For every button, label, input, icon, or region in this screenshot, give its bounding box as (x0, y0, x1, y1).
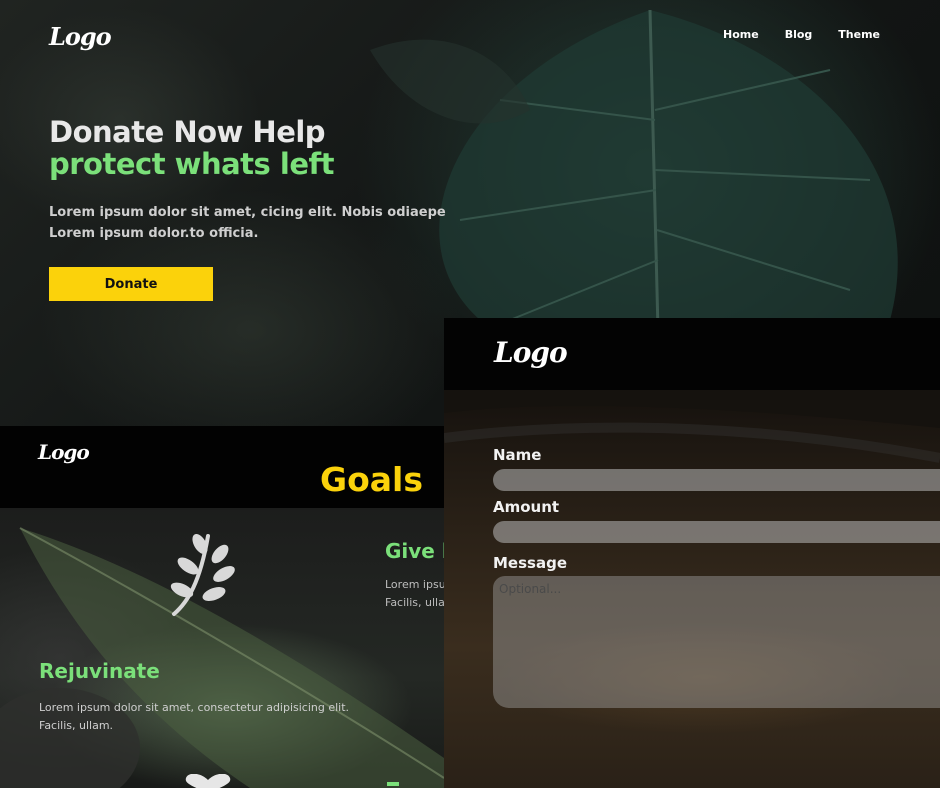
rejuvinate-text-line-1: Lorem ipsum dolor sit amet, consectetur … (39, 701, 350, 714)
rejuvinate-text-line-2: Facilis, ullam. (39, 719, 114, 732)
lead-line-2: Lorem ipsum dolor.to officia. (49, 226, 259, 241)
goal-rejuvinate-title: Rejuvinate (39, 659, 160, 683)
goals-section: Logo Goals Give l Lorem ipsu Facilis, ul… (0, 426, 444, 788)
lead-line-1: Lorem ipsum dolor sit amet, cicing elit.… (49, 205, 446, 220)
sprig-icon (170, 534, 235, 616)
goals-logo[interactable]: Logo (38, 440, 90, 464)
donation-form-section: Logo Name Amount Message (444, 318, 940, 788)
name-field[interactable] (493, 469, 940, 491)
donate-button[interactable]: Donate (49, 267, 213, 301)
goals-title: Goals (320, 460, 423, 499)
form-logo[interactable]: Logo (494, 336, 568, 369)
nav-blog[interactable]: Blog (785, 28, 813, 41)
hero-lead-text: Lorem ipsum dolor sit amet, cicing elit.… (49, 202, 449, 244)
headline-line-1: Donate Now Help (49, 115, 326, 149)
message-field[interactable] (493, 576, 940, 708)
amount-label: Amount (493, 498, 560, 516)
amount-field[interactable] (493, 521, 940, 543)
nav-theme[interactable]: Theme (838, 28, 880, 41)
headline-line-2: protect whats left (49, 147, 334, 181)
main-nav: Home Blog Theme (723, 28, 880, 41)
hero-logo[interactable]: Logo (49, 22, 112, 51)
goal-rejuvinate-text: Lorem ipsum dolor sit amet, consectetur … (39, 699, 369, 735)
heart-icon (185, 774, 231, 788)
give-text-line-2: Facilis, ulla (385, 596, 444, 609)
give-text-line-1: Lorem ipsu (385, 578, 444, 591)
goal-give-text: Lorem ipsu Facilis, ulla (385, 576, 444, 612)
goal-title-fragment (387, 782, 399, 786)
hero-headline: Donate Now Help protect whats left (49, 116, 334, 180)
goal-give-title: Give l (385, 539, 444, 563)
nav-home[interactable]: Home (723, 28, 759, 41)
message-label: Message (493, 554, 567, 572)
name-label: Name (493, 446, 542, 464)
